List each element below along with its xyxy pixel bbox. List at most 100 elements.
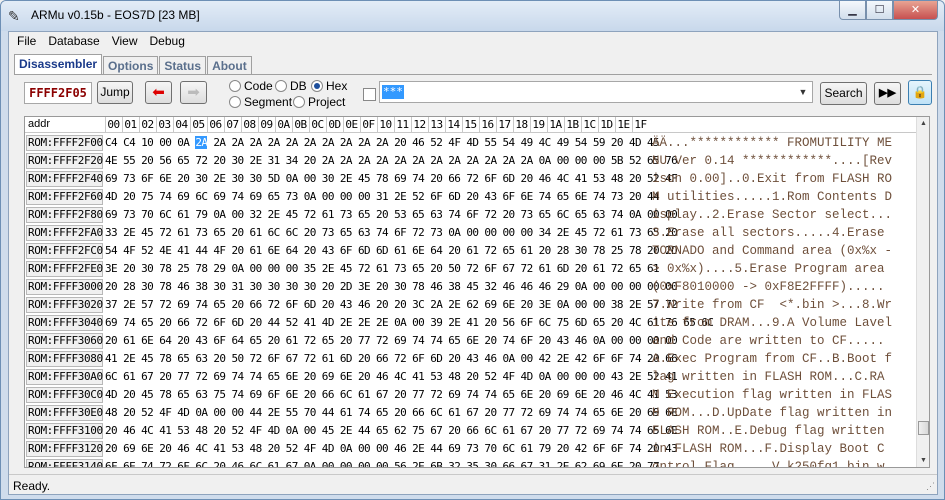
addr-column-header: addr — [28, 118, 51, 130]
jump-button[interactable]: Jump — [97, 81, 133, 104]
row-address[interactable]: ROM:FFFF3000 — [26, 279, 103, 295]
table-row[interactable]: ROM:FFFF3140 6F 6E 74 72 6F 6C 20 46 6C 6… — [25, 458, 917, 467]
column-header: 07 — [224, 117, 240, 133]
row-address[interactable]: ROM:FFFF2F20 — [26, 153, 103, 169]
row-address[interactable]: ROM:FFFF2F60 — [26, 189, 103, 205]
row-hex-bytes[interactable]: 3E 20 30 78 25 78 29 0A 00 00 00 35 2E 4… — [105, 262, 660, 276]
table-row[interactable]: ROM:FFFF2FE0 3E 20 30 78 25 78 29 0A 00 0… — [25, 260, 917, 278]
table-row[interactable]: ROM:FFFF3120 20 69 6E 20 46 4C 41 53 48 2… — [25, 440, 917, 458]
row-hex-bytes[interactable]: 20 69 6E 20 46 4C 41 53 48 20 52 4F 4D 0… — [105, 442, 678, 456]
menu-database[interactable]: Database — [42, 32, 105, 51]
radio-hex[interactable]: Hex — [311, 79, 347, 93]
row-address[interactable]: ROM:FFFF30C0 — [26, 387, 103, 403]
table-row[interactable]: ROM:FFFF3100 20 46 4C 41 53 48 20 52 4F 4… — [25, 422, 917, 440]
row-hex-bytes[interactable]: 69 73 6F 6E 20 30 2E 30 30 5D 0A 00 30 2… — [105, 172, 678, 186]
row-hex-bytes[interactable]: 69 74 65 20 66 72 6F 6D 20 44 52 41 4D 2… — [105, 316, 714, 330]
row-ascii: lag written in FLASH ROM...C.RA — [652, 370, 885, 384]
row-hex-bytes[interactable]: 4E 55 20 56 65 72 20 30 2E 31 34 20 2A 2… — [105, 154, 678, 168]
column-header: 16 — [479, 117, 495, 133]
hex-bytes: 69 74 65 20 66 72 6F 6D 20 44 52 41 4D 2… — [105, 316, 714, 329]
close-button[interactable]: ✕ — [893, 1, 938, 20]
row-hex-bytes[interactable]: 41 2E 45 78 65 63 20 50 72 6F 67 72 61 6… — [105, 352, 678, 366]
tab-status[interactable]: Status — [159, 56, 207, 74]
row-hex-bytes[interactable]: 6C 61 67 20 77 72 69 74 74 65 6E 20 69 6… — [105, 370, 678, 384]
table-row[interactable]: ROM:FFFF2F60 4D 20 75 74 69 6C 69 74 69 6… — [25, 188, 917, 206]
scrollbar-thumb[interactable] — [918, 421, 929, 435]
row-address[interactable]: ROM:FFFF2F00 — [26, 135, 103, 151]
row-hex-bytes[interactable]: 4D 20 45 78 65 63 75 74 69 6F 6E 20 66 6… — [105, 388, 678, 402]
hex-bytes: 33 2E 45 72 61 73 65 20 61 6C 6C 20 73 6… — [105, 226, 678, 239]
run-button[interactable]: ▶▶ — [874, 82, 901, 105]
table-row[interactable]: ROM:FFFF3080 41 2E 45 78 65 63 20 50 72 6… — [25, 350, 917, 368]
forward-button[interactable]: ➡ — [180, 81, 207, 104]
scroll-up-icon[interactable]: ▲ — [917, 117, 929, 130]
row-address[interactable]: ROM:FFFF2FE0 — [26, 261, 103, 277]
table-row[interactable]: ROM:FFFF30C0 4D 20 45 78 65 63 75 74 69 6… — [25, 386, 917, 404]
row-hex-bytes[interactable]: C4 C4 10 00 0A 2A 2A 2A 2A 2A 2A 2A 2A 2… — [105, 136, 660, 150]
radio-code[interactable]: Code — [229, 79, 273, 93]
row-address[interactable]: ROM:FFFF3040 — [26, 315, 103, 331]
row-hex-bytes[interactable]: 20 28 30 78 46 38 30 31 30 30 30 30 20 2… — [105, 280, 678, 294]
table-row[interactable]: ROM:FFFF3040 69 74 65 20 66 72 6F 6D 20 4… — [25, 314, 917, 332]
row-hex-bytes[interactable]: 37 2E 57 72 69 74 65 20 66 72 6F 6D 20 4… — [105, 298, 678, 312]
radio-project[interactable]: Project — [293, 95, 345, 109]
radio-segment[interactable]: Segment — [229, 95, 292, 109]
lock-button[interactable]: 🔒 — [908, 80, 932, 105]
chevron-down-icon[interactable]: ▼ — [795, 83, 811, 101]
selected-byte[interactable]: 2A — [195, 136, 208, 149]
title-bar[interactable]: ✎ ARMu v0.15b - EOS7D [23 MB] ▁ ☐ ✕ — [1, 1, 944, 31]
table-row[interactable]: ROM:FFFF3000 20 28 30 78 46 38 30 31 30 3… — [25, 278, 917, 296]
tab-options[interactable]: Options — [103, 56, 159, 74]
row-hex-bytes[interactable]: 4D 20 75 74 69 6C 69 74 69 65 73 0A 00 0… — [105, 190, 660, 204]
search-button[interactable]: Search — [820, 82, 867, 105]
table-row[interactable]: ROM:FFFF3060 20 61 6E 64 20 43 6F 64 65 2… — [25, 332, 917, 350]
table-row[interactable]: ROM:FFFF2FC0 54 4F 52 4E 41 44 4F 20 61 6… — [25, 242, 917, 260]
row-address[interactable]: ROM:FFFF3140 — [26, 459, 103, 467]
row-hex-bytes[interactable]: 33 2E 45 72 61 73 65 20 61 6C 6C 20 73 6… — [105, 226, 678, 240]
row-address[interactable]: ROM:FFFF2FA0 — [26, 225, 103, 241]
row-address[interactable]: ROM:FFFF3020 — [26, 297, 103, 313]
search-checkbox[interactable] — [363, 88, 376, 101]
menu-view[interactable]: View — [106, 32, 144, 51]
table-row[interactable]: ROM:FFFF30E0 48 20 52 4F 4D 0A 00 00 44 2… — [25, 404, 917, 422]
row-hex-bytes[interactable]: 20 46 4C 41 53 48 20 52 4F 4D 0A 00 45 2… — [105, 424, 678, 438]
menu-debug[interactable]: Debug — [144, 32, 191, 51]
row-address[interactable]: ROM:FFFF3080 — [26, 351, 103, 367]
minimize-button[interactable]: ▁ — [839, 1, 866, 20]
table-row[interactable]: ROM:FFFF2F80 69 73 70 6C 61 79 0A 00 32 2… — [25, 206, 917, 224]
row-hex-bytes[interactable]: 48 20 52 4F 4D 0A 00 00 44 2E 55 70 44 6… — [105, 406, 678, 420]
maximize-button[interactable]: ☐ — [866, 1, 893, 20]
table-row[interactable]: ROM:FFFF30A0 6C 61 67 20 77 72 69 74 74 6… — [25, 368, 917, 386]
scroll-down-icon[interactable]: ▼ — [917, 454, 929, 467]
menu-file[interactable]: File — [11, 32, 42, 51]
row-address[interactable]: ROM:FFFF3060 — [26, 333, 103, 349]
row-address[interactable]: ROM:FFFF3120 — [26, 441, 103, 457]
row-hex-bytes[interactable]: 54 4F 52 4E 41 44 4F 20 61 6E 64 20 43 6… — [105, 244, 678, 258]
table-row[interactable]: ROM:FFFF2F20 4E 55 20 56 65 72 20 30 2E 3… — [25, 152, 917, 170]
row-address[interactable]: ROM:FFFF2F40 — [26, 171, 103, 187]
table-row[interactable]: ROM:FFFF3020 37 2E 57 72 69 74 65 20 66 7… — [25, 296, 917, 314]
table-row[interactable]: ROM:FFFF2F40 69 73 6F 6E 20 30 2E 30 30 5… — [25, 170, 917, 188]
red-left-arrow-icon: ⬅ — [152, 84, 165, 101]
row-address[interactable]: ROM:FFFF2FC0 — [26, 243, 103, 259]
row-address[interactable]: ROM:FFFF30A0 — [26, 369, 103, 385]
tab-disassembler[interactable]: Disassembler — [14, 54, 103, 74]
vertical-scrollbar[interactable]: ▲ ▼ — [916, 117, 929, 467]
row-hex-bytes[interactable]: 20 61 6E 64 20 43 6F 64 65 20 61 72 65 2… — [105, 334, 678, 348]
table-row[interactable]: ROM:FFFF2FA0 33 2E 45 72 61 73 65 20 61 6… — [25, 224, 917, 242]
row-hex-bytes[interactable]: 6F 6E 74 72 6F 6C 20 46 6C 61 67 0A 00 0… — [105, 460, 660, 467]
radio-db[interactable]: DB — [275, 79, 307, 93]
back-button[interactable]: ⬅ — [145, 81, 172, 104]
hex-grid[interactable]: addr 00 01 02 03 04 05 06 07 08 09 0A 0B 0C 0D 0E 0F 10 1… — [24, 116, 930, 468]
search-combobox[interactable]: *** ▼ — [379, 81, 813, 103]
search-input[interactable]: *** — [382, 85, 404, 99]
row-address[interactable]: ROM:FFFF30E0 — [26, 405, 103, 421]
hex-bytes: 4D 20 45 78 65 63 75 74 69 6F 6E 20 66 6… — [105, 388, 678, 401]
table-row[interactable]: ROM:FFFF2F00 C4 C4 10 00 0A 2A 2A 2A 2A 2… — [25, 134, 917, 152]
address-field[interactable]: FFFF2F05 — [24, 82, 92, 104]
resize-grip-icon[interactable]: ⋰ — [926, 481, 935, 492]
tab-about[interactable]: About — [207, 56, 252, 74]
row-address[interactable]: ROM:FFFF2F80 — [26, 207, 103, 223]
row-hex-bytes[interactable]: 69 73 70 6C 61 79 0A 00 32 2E 45 72 61 7… — [105, 208, 678, 222]
row-address[interactable]: ROM:FFFF3100 — [26, 423, 103, 439]
